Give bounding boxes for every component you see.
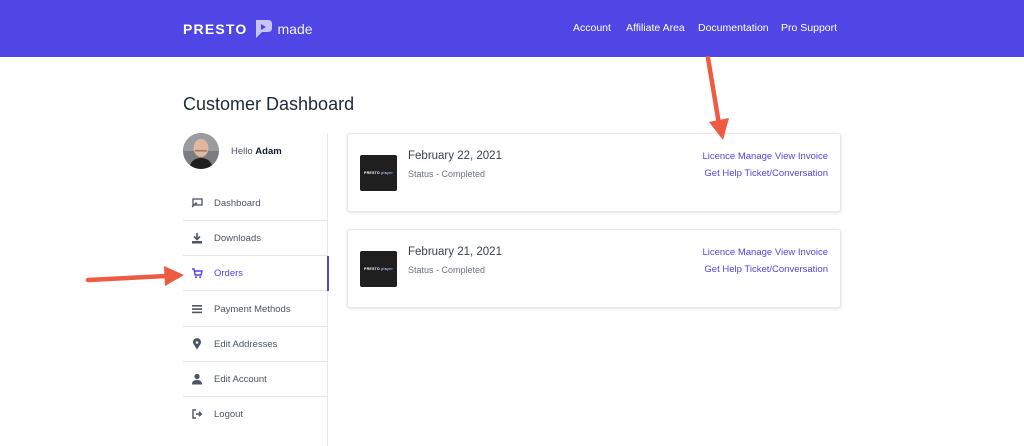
sidebar-item-payment-methods[interactable]: Payment Methods [183,292,327,327]
view-link[interactable]: View [775,247,795,258]
licence-manage-link[interactable]: Licence Manage [702,247,772,258]
view-link[interactable]: View [775,151,795,162]
presto-made-logo[interactable]: PRESTO made [183,18,313,40]
get-help-link[interactable]: Get Help [704,168,742,179]
sidebar-item-label: Logout [214,409,244,420]
avatar [183,133,219,169]
sidebar-item-label: Orders [214,268,244,279]
ticket-conversation-link[interactable]: Ticket/Conversation [744,168,828,179]
sidebar-item-dashboard[interactable]: Dashboard [183,186,327,221]
greeting-text: Hello [231,146,253,157]
licence-manage-link[interactable]: Licence Manage [702,151,772,162]
sidebar-item-label: Downloads [214,233,261,244]
nav-documentation[interactable]: Documentation [698,22,769,34]
sidebar-item-orders[interactable]: Orders [183,256,329,291]
download-icon [192,233,202,244]
sidebar-item-logout[interactable]: Logout [183,397,327,432]
user-profile: Hello Adam [183,133,323,173]
nav-pro-support[interactable]: Pro Support [781,22,837,34]
sidebar-item-downloads[interactable]: Downloads [183,221,327,256]
logo-made-text: made [277,21,313,37]
greeting: Hello Adam [231,146,282,157]
sidebar-item-label: Edit Addresses [214,339,278,350]
map-pin-icon [193,338,201,350]
order-actions: Licence Manage View Invoice Get Help Tic… [702,244,828,278]
product-thumbnail: PRESTO player [360,251,397,287]
sidebar-item-label: Dashboard [214,198,261,209]
user-photo-icon [183,133,219,169]
product-logo-text: PRESTO player [364,267,393,271]
cart-icon [192,268,203,279]
order-actions: Licence Manage View Invoice Get Help Tic… [702,148,828,182]
logo-mark-icon [255,20,272,38]
annotation-arrow-right [85,266,184,286]
top-navbar: PRESTO made Account Affiliate Area Docum… [0,0,1024,57]
thumb-brand: PRESTO [364,267,380,271]
annotation-arrow-down [705,55,729,140]
page-title: Customer Dashboard [183,94,355,114]
sidebar-item-edit-account[interactable]: Edit Account [183,362,327,397]
user-name: Adam [255,146,282,157]
order-date: February 21, 2021 [408,246,502,258]
order-status: Status - Completed [408,169,486,179]
dashboard-icon [191,198,203,208]
product-logo-text: PRESTO player [364,171,393,175]
account-sidebar: Hello Adam Dashboard Downloads Orders Pa… [183,133,329,446]
logout-icon [192,409,203,419]
user-icon [192,373,202,385]
thumb-sub: player [381,267,393,271]
sidebar-item-label: Payment Methods [214,304,291,315]
nav-account[interactable]: Account [573,22,611,34]
thumb-sub: player [381,171,393,175]
order-date: February 22, 2021 [408,150,502,162]
thumb-brand: PRESTO [364,171,380,175]
get-help-link[interactable]: Get Help [704,264,742,275]
order-card: PRESTO player February 22, 2021 Status -… [347,133,841,212]
list-icon [192,305,202,314]
product-thumbnail: PRESTO player [360,155,397,191]
invoice-link[interactable]: Invoice [798,151,828,162]
sidebar-item-label: Edit Account [214,374,267,385]
ticket-conversation-link[interactable]: Ticket/Conversation [744,264,828,275]
invoice-link[interactable]: Invoice [798,247,828,258]
logo-presto-text: PRESTO [183,21,248,37]
sidebar-item-edit-addresses[interactable]: Edit Addresses [183,327,327,362]
order-status: Status - Completed [408,265,486,275]
order-card: PRESTO player February 21, 2021 Status -… [347,229,841,308]
nav-affiliate-area[interactable]: Affiliate Area [626,22,685,34]
